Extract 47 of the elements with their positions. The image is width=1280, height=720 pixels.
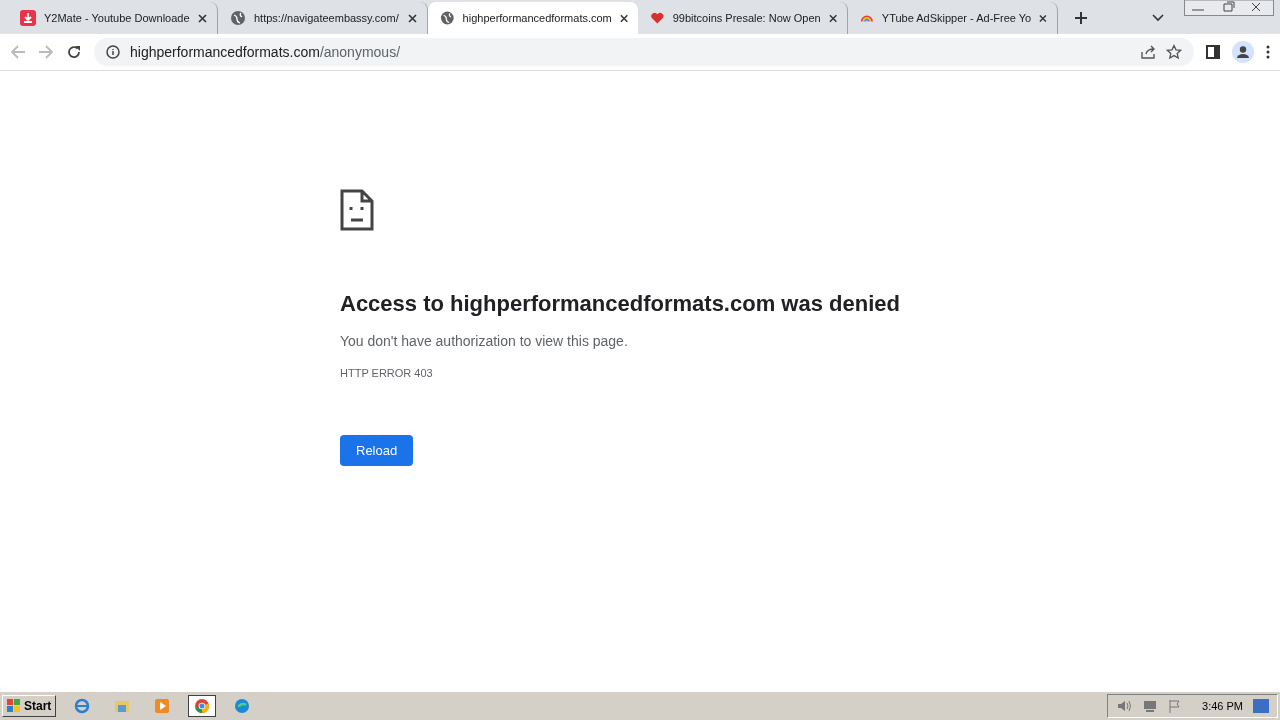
menu-icon[interactable] xyxy=(1266,45,1270,59)
clock: 3:46 PM xyxy=(1202,700,1243,712)
error-message: You don't have authorization to view this page. xyxy=(340,333,628,349)
info-icon[interactable] xyxy=(106,45,120,59)
start-button[interactable]: Start xyxy=(2,695,57,717)
globe-icon xyxy=(440,10,455,26)
close-icon[interactable] xyxy=(198,13,207,23)
heart-icon xyxy=(650,10,665,26)
error-code: HTTP ERROR 403 xyxy=(340,367,433,379)
error-heading: Access to highperformancedformats.com was denied xyxy=(340,291,900,317)
download-icon xyxy=(20,10,36,26)
tab-title: Y2Mate - Youtube Downloade xyxy=(44,12,190,24)
reload-button[interactable]: Reload xyxy=(340,435,414,466)
close-icon[interactable] xyxy=(828,13,837,23)
browser-tab[interactable]: YTube AdSkipper - Ad-Free Yo xyxy=(848,2,1058,34)
speaker-icon[interactable] xyxy=(1116,699,1133,713)
browser-tab[interactable]: Y2Mate - Youtube Downloade xyxy=(8,2,218,34)
browser-tab[interactable]: 99bitcoins Presale: Now Open xyxy=(638,2,848,34)
chevron-down-icon[interactable] xyxy=(1152,14,1164,22)
browser-tab[interactable]: https://navigateembassy.com/ xyxy=(218,2,428,34)
windows-logo-icon xyxy=(7,699,21,713)
globe-e-icon[interactable] xyxy=(74,698,91,714)
globe-icon xyxy=(230,10,246,26)
url-text: highperformancedformats.com/anonymous/ xyxy=(130,44,401,60)
tab-title: https://navigateembassy.com/ xyxy=(254,12,400,24)
tab-title: 99bitcoins Presale: Now Open xyxy=(672,12,821,24)
address-bar[interactable]: highperformancedformats.com/anonymous/ xyxy=(94,38,1194,66)
close-icon[interactable] xyxy=(408,13,417,23)
tab-title: YTube AdSkipper - Ad-Free Yo xyxy=(881,12,1032,24)
close-icon[interactable] xyxy=(619,13,628,23)
browser-tab[interactable]: highperformancedformats.com xyxy=(428,2,638,34)
tab-title: highperformancedformats.com xyxy=(462,12,612,24)
plus-icon[interactable] xyxy=(1074,11,1088,25)
share-icon[interactable] xyxy=(1140,44,1156,60)
reload-icon[interactable] xyxy=(66,44,82,60)
chrome-icon[interactable] xyxy=(194,698,211,714)
taskbar-app[interactable] xyxy=(188,695,217,717)
network-icon[interactable] xyxy=(1142,699,1159,713)
swirl-icon[interactable] xyxy=(234,698,251,714)
window-controls-icon[interactable] xyxy=(1184,0,1274,16)
star-icon[interactable] xyxy=(1166,44,1182,60)
flag-icon[interactable] xyxy=(1168,699,1183,713)
sad-page-icon xyxy=(340,189,374,231)
side-panel-icon[interactable] xyxy=(1206,45,1220,59)
profile-icon[interactable] xyxy=(1232,41,1254,63)
close-icon[interactable] xyxy=(1039,13,1047,23)
play-icon[interactable] xyxy=(154,698,171,714)
